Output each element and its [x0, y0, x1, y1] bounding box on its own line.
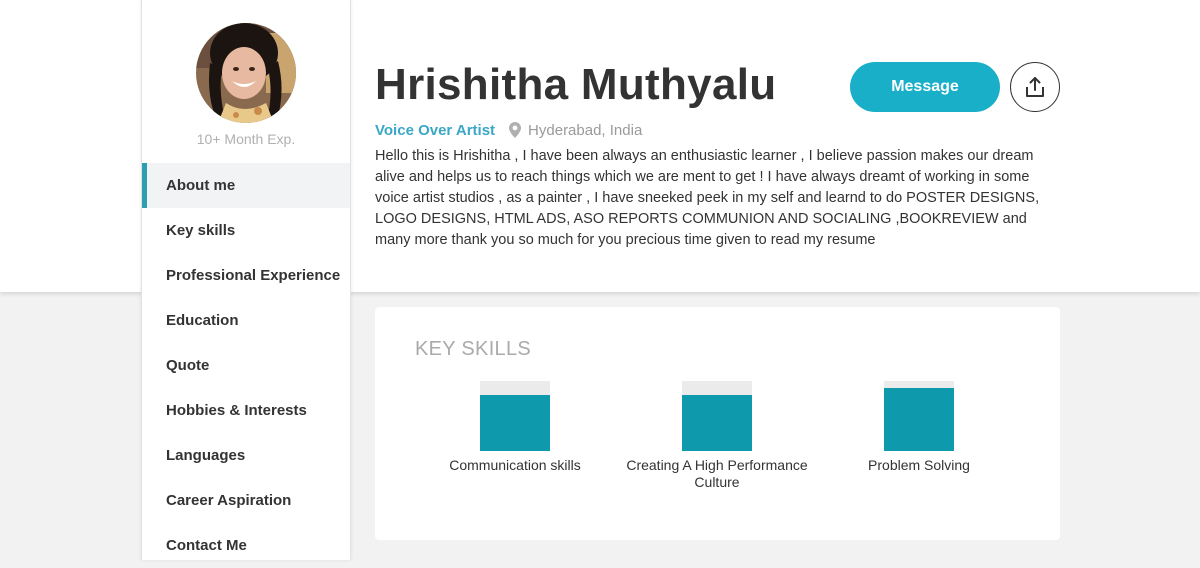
share-upload-icon — [1025, 76, 1045, 98]
skill-bar-fill — [480, 395, 550, 451]
sidebar-item-hobbies-interests[interactable]: Hobbies & Interests — [142, 388, 350, 433]
role-location-row: Voice Over Artist Hyderabad, India — [375, 120, 642, 140]
profile-location: Hyderabad, India — [528, 121, 643, 139]
skill-item: Communication skills — [420, 381, 610, 474]
profile-bio: Hello this is Hrishitha , I have been al… — [375, 148, 1040, 248]
skill-bar — [884, 381, 954, 451]
key-skills-card: KEY SKILLS Communication skills Creating… — [375, 307, 1060, 540]
share-button[interactable] — [1010, 62, 1060, 112]
skill-label: Communication skills — [449, 457, 581, 473]
skill-bar — [480, 381, 550, 451]
message-button[interactable]: Message — [850, 62, 1000, 112]
skill-label: Creating A High Performance Culture — [626, 457, 808, 490]
skill-item: Problem Solving — [824, 381, 1014, 474]
sidebar-item-career-aspiration[interactable]: Career Aspiration — [142, 478, 350, 523]
avatar — [196, 23, 296, 123]
profile-role: Voice Over Artist — [375, 121, 496, 139]
skill-label: Problem Solving — [868, 457, 970, 473]
skill-bar — [682, 381, 752, 451]
sidebar-item-contact-me[interactable]: Contact Me — [142, 523, 350, 568]
experience-text: 10+ Month Exp. — [196, 131, 296, 147]
skill-bar-fill — [682, 395, 752, 451]
sidebar-item-professional-experience[interactable]: Professional Experience — [142, 253, 350, 298]
sidebar-item-quote[interactable]: Quote — [142, 343, 350, 388]
sidebar-nav: About me Key skills Professional Experie… — [142, 163, 350, 568]
sidebar-item-education[interactable]: Education — [142, 298, 350, 343]
skill-bar-fill — [884, 388, 954, 451]
sidebar-item-about-me[interactable]: About me — [142, 163, 350, 208]
sidebar-item-key-skills[interactable]: Key skills — [142, 208, 350, 253]
sidebar-item-languages[interactable]: Languages — [142, 433, 350, 478]
profile-name: Hrishitha Muthyalu — [375, 60, 777, 109]
location-pin-icon — [509, 122, 522, 138]
sidebar: 10+ Month Exp. About me Key skills Profe… — [141, 0, 351, 560]
skill-item: Creating A High Performance Culture — [622, 381, 812, 491]
key-skills-title: KEY SKILLS — [415, 338, 532, 360]
